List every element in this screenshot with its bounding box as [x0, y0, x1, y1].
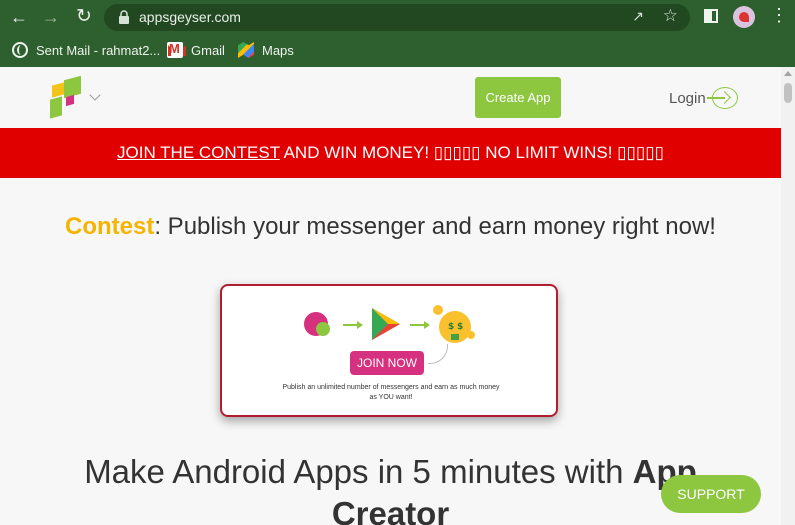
bookmark-label: Gmail — [191, 42, 225, 58]
messenger-bubble-icon — [304, 312, 332, 340]
gmail-icon — [167, 41, 186, 58]
maps-icon — [238, 42, 254, 58]
kebab-menu-icon[interactable]: ⋮ — [770, 4, 788, 26]
reload-icon[interactable]: ↻ — [73, 6, 95, 28]
svg-text:$: $ — [448, 322, 454, 332]
login-arrow-icon — [706, 87, 738, 109]
web-page: Create App Login JOIN THE CONTEST AND WI… — [0, 67, 781, 525]
profile-avatar[interactable] — [733, 6, 755, 28]
bookmark-label: Maps — [262, 42, 294, 58]
lock-icon — [119, 10, 129, 24]
google-play-icon — [372, 308, 400, 340]
appsgeyser-logo[interactable] — [49, 75, 83, 119]
support-button[interactable]: SUPPORT — [661, 475, 761, 513]
bookmark-label: Sent Mail - rahmat2... — [36, 42, 161, 58]
share-icon[interactable]: ↗ — [632, 8, 644, 25]
back-arrow-icon[interactable]: ← — [8, 6, 30, 28]
arrow-right-icon — [410, 321, 430, 329]
page-scrollbar[interactable] — [781, 67, 795, 525]
arrow-right-icon — [343, 321, 363, 329]
site-header: Create App Login — [0, 67, 781, 128]
scrollbar-thumb[interactable] — [784, 83, 792, 103]
contest-highlight: Contest — [65, 213, 155, 240]
money-face-icon: $ $ — [433, 305, 475, 343]
chevron-down-icon[interactable] — [89, 89, 101, 101]
page-title: Make Android Apps in 5 minutes with App … — [40, 451, 741, 525]
bookmark-maps[interactable]: Maps — [238, 40, 294, 60]
svg-text:$: $ — [457, 322, 463, 332]
promo-card-text: Publish an unlimited number of messenger… — [282, 384, 500, 401]
bookmark-gmail[interactable]: Gmail — [167, 40, 225, 60]
banner-text: AND WIN MONEY! ▯▯▯▯▯ NO LIMIT WINS! ▯▯▯▯… — [279, 143, 664, 162]
bookmarks-bar: Sent Mail - rahmat2... Gmail Maps — [0, 36, 795, 62]
globe-icon — [12, 42, 28, 58]
bookmark-sent-mail[interactable]: Sent Mail - rahmat2... — [12, 40, 160, 60]
scroll-up-icon[interactable] — [784, 71, 792, 76]
side-panel-icon[interactable] — [704, 9, 718, 23]
contest-headline-text: : Publish your messenger and earn money … — [154, 213, 716, 240]
curved-arrow — [428, 344, 448, 364]
login-link[interactable]: Login — [669, 87, 738, 109]
page-title-text: Make Android Apps in 5 minutes with — [84, 453, 633, 490]
contest-banner: JOIN THE CONTEST AND WIN MONEY! ▯▯▯▯▯ NO… — [0, 128, 781, 178]
login-label: Login — [669, 89, 706, 107]
create-app-button[interactable]: Create App — [475, 77, 561, 118]
join-contest-link[interactable]: JOIN THE CONTEST — [117, 143, 280, 162]
bookmark-star-icon[interactable]: ☆ — [663, 6, 678, 26]
browser-chrome: ← → ↻ appsgeyser.com ↗ ☆ ⋮ Sent Mail - r… — [0, 0, 795, 67]
forward-arrow-icon[interactable]: → — [40, 6, 62, 28]
url-text[interactable]: appsgeyser.com — [139, 9, 241, 25]
join-now-button[interactable]: JOIN NOW — [350, 351, 424, 375]
address-bar[interactable]: appsgeyser.com ↗ ☆ — [104, 4, 690, 31]
contest-headline: Contest: Publish your messenger and earn… — [50, 207, 731, 246]
contest-promo-card[interactable]: $ $ JOIN NOW Publish an unlimited number… — [220, 284, 558, 417]
